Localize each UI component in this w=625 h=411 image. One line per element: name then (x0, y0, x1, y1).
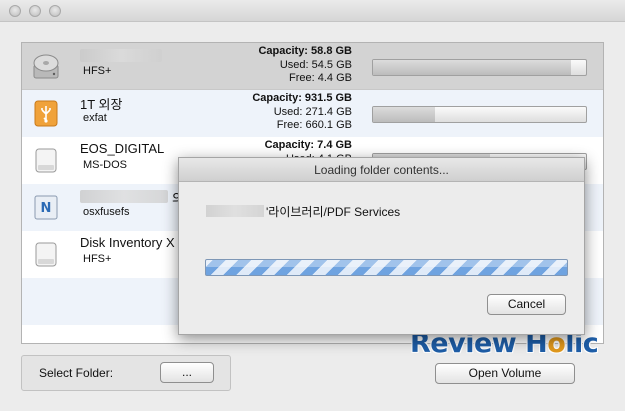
open-volume-button[interactable]: Open Volume (435, 363, 575, 384)
hard-drive-icon (33, 54, 59, 79)
minimize-window-button[interactable] (29, 5, 41, 17)
volume-free: Free: 4.4 GB (289, 72, 352, 84)
volume-free: Free: 660.1 GB (276, 119, 352, 131)
volume-row[interactable]: 1T 외장 exfat Capacity: 931.5 GB Used: 271… (22, 90, 603, 137)
volume-used: Used: 54.5 GB (279, 58, 352, 71)
external-drive-icon (35, 148, 57, 173)
loading-path: '라이브러리/PDF Services (266, 205, 401, 219)
volume-used: Used: 271.4 GB (273, 105, 352, 118)
volume-usage-bar (372, 106, 587, 123)
sheet-title: Loading folder contents... (179, 158, 584, 182)
volume-usage-fill (373, 107, 435, 122)
indeterminate-progress-bar (205, 259, 568, 276)
volume-stats: Capacity: 58.8 GB Used: 54.5 GB Free: 4.… (244, 45, 352, 86)
usb-drive-icon (34, 100, 58, 127)
volume-filesystem: osxfusefs (83, 206, 130, 218)
volume-usage-bar (372, 59, 587, 76)
network-drive-icon: N (34, 195, 58, 220)
select-folder-group: Select Folder: ... (21, 355, 231, 391)
volume-row[interactable]: HFS+ Capacity: 58.8 GB Used: 54.5 GB Fre… (22, 43, 603, 90)
select-folder-label: Select Folder: (39, 366, 114, 380)
blurred-volume-name (80, 49, 162, 62)
cancel-button[interactable]: Cancel (487, 294, 566, 315)
volume-capacity: Capacity: 58.8 GB (258, 45, 352, 57)
svg-text:N: N (41, 201, 52, 216)
volume-capacity: Capacity: 7.4 GB (264, 139, 352, 151)
volume-filesystem: MS-DOS (83, 159, 127, 171)
browse-folder-button[interactable]: ... (160, 362, 214, 383)
volume-filesystem: HFS+ (83, 65, 112, 77)
close-window-button[interactable] (9, 5, 21, 17)
volume-usage-fill (373, 60, 572, 75)
volume-filesystem: exfat (83, 112, 107, 124)
volume-name: Disk Inventory X (80, 235, 175, 250)
loading-sheet: Loading folder contents... '라이브러리/PDF Se… (178, 157, 585, 335)
volume-name: 1T 외장 (80, 97, 123, 112)
volume-filesystem: HFS+ (83, 253, 112, 265)
title-bar (0, 0, 625, 22)
disk-inventory-window: HFS+ Capacity: 58.8 GB Used: 54.5 GB Fre… (0, 0, 625, 411)
volume-capacity: Capacity: 931.5 GB (252, 92, 352, 104)
volume-stats: Capacity: 931.5 GB Used: 271.4 GB Free: … (244, 92, 352, 133)
blurred-path (206, 205, 264, 217)
blurred-volume-name (80, 190, 168, 203)
disk-image-icon (35, 242, 57, 267)
volume-name: EOS_DIGITAL (80, 141, 165, 156)
zoom-window-button[interactable] (49, 5, 61, 17)
